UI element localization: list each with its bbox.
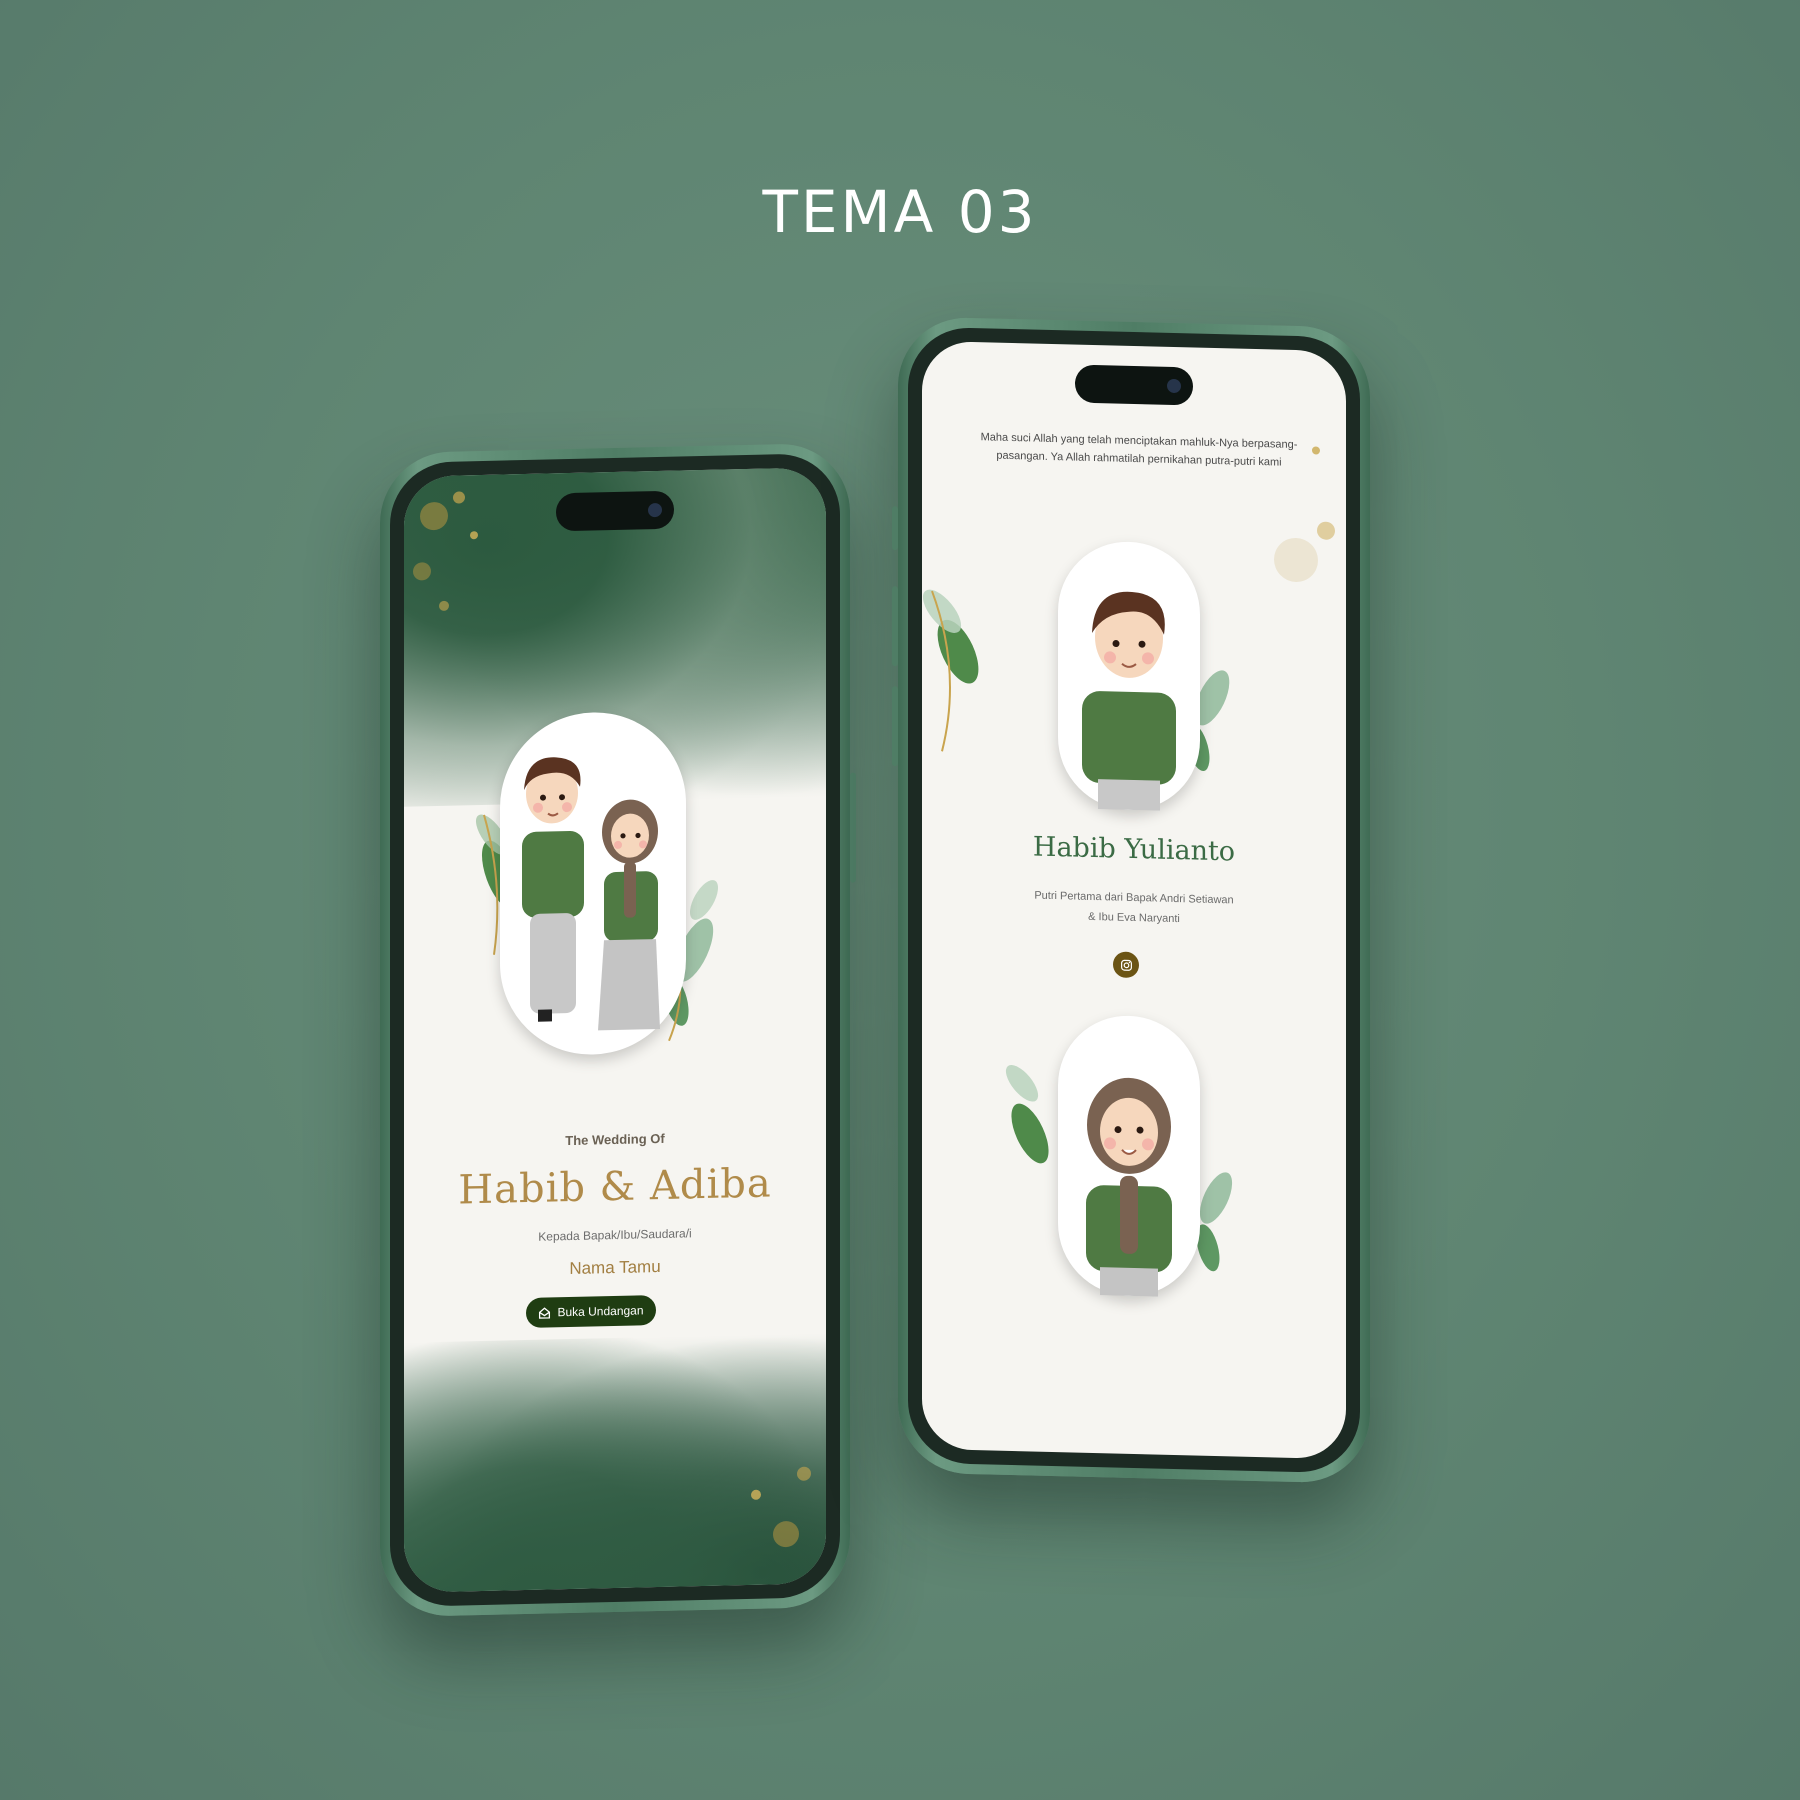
groom-illustration [1082, 591, 1176, 811]
power-button [850, 772, 856, 883]
right-phone: Maha suci Allah yang telah menciptakan m… [892, 316, 1370, 1484]
bride-illustration [1086, 1077, 1172, 1297]
couple-illustration-frame [500, 710, 686, 1057]
guest-name: Nama Tamu [569, 1256, 661, 1279]
volume-up-button [892, 586, 898, 667]
open-invitation-label: Buka Undangan [557, 1303, 644, 1320]
open-invitation-button[interactable]: Buka Undangan [526, 1295, 656, 1329]
groom-parents: Putri Pertama dari Bapak Andri Setiawan … [922, 883, 1346, 933]
bride-illustration-frame [1058, 1014, 1200, 1298]
gold-splatter-decoration-bottom [751, 1466, 811, 1548]
groom-illustration-frame [1058, 540, 1200, 812]
silent-switch [892, 506, 898, 551]
dynamic-island-right [1075, 364, 1193, 406]
dynamic-island [556, 490, 674, 532]
couple-illustration [522, 757, 660, 1031]
groom-name: Habib Yulianto [1032, 831, 1236, 868]
couple-names: Habib & Adiba [458, 1160, 772, 1214]
left-screen[interactable]: The Wedding Of Habib & Adiba Kepada Bapa… [404, 467, 826, 1593]
verse-text: Maha suci Allah yang telah menciptakan m… [980, 431, 1298, 469]
volume-down-button [892, 686, 898, 767]
phone-bezel-right: Maha suci Allah yang telah menciptakan m… [908, 326, 1360, 1474]
gold-splatter-decoration [413, 491, 478, 611]
left-phone: The Wedding Of Habib & Adiba Kepada Bapa… [380, 442, 856, 1618]
phone-bezel: The Wedding Of Habib & Adiba Kepada Bapa… [390, 452, 840, 1608]
wedding-of-label: The Wedding Of [565, 1130, 665, 1149]
instagram-icon [1120, 959, 1132, 971]
instagram-button[interactable] [1113, 951, 1139, 979]
page-title: TEMA 03 [762, 178, 1038, 246]
addressee-label: Kepada Bapak/Ibu/Saudara/i [538, 1226, 692, 1244]
right-screen[interactable]: Maha suci Allah yang telah menciptakan m… [922, 340, 1346, 1460]
envelope-open-icon [539, 1306, 551, 1319]
